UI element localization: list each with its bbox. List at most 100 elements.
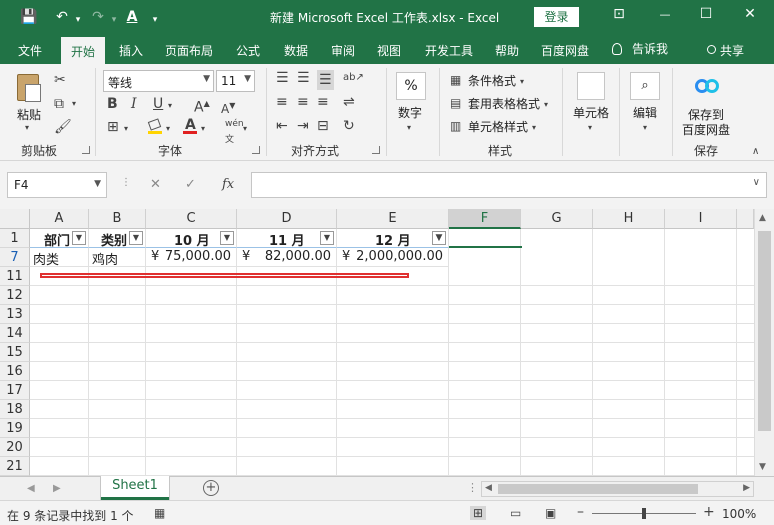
row-header-1[interactable]: 1 — [0, 229, 30, 248]
zoom-in-button[interactable]: + — [703, 504, 715, 520]
collapse-ribbon-icon[interactable]: ∧ — [752, 144, 759, 160]
number-dropdown-icon[interactable]: ▾ — [407, 120, 411, 136]
page-layout-view-icon[interactable]: ▭ — [510, 506, 521, 520]
format-painter-icon[interactable]: 🖌 — [54, 119, 72, 135]
align-right-icon[interactable]: ≡ — [317, 94, 329, 110]
tab-split-grip-icon[interactable]: ⋮ — [467, 480, 478, 496]
editing-dropdown-icon[interactable]: ▾ — [643, 120, 647, 136]
cells-icon[interactable] — [577, 72, 605, 100]
tell-me-search[interactable]: 告诉我 — [612, 40, 668, 57]
decrease-font-button[interactable]: A▼ — [221, 98, 235, 117]
undo-dropdown-icon[interactable]: ▾ — [68, 11, 88, 29]
save-icon[interactable]: 💾 — [19, 8, 39, 26]
column-header-e[interactable]: E — [337, 209, 449, 229]
cell-e1[interactable]: 12 月 ▼ — [337, 229, 449, 248]
cell-styles-dropdown-icon[interactable]: ▾ — [532, 120, 536, 136]
filter-applied-icon[interactable]: ▼ — [432, 231, 446, 245]
row-header-14[interactable]: 14 — [0, 324, 30, 343]
row-header-7[interactable]: 7 — [0, 248, 30, 267]
scroll-down-icon[interactable]: ▼ — [759, 462, 766, 472]
filter-dropdown-icon[interactable]: ▼ — [129, 231, 143, 245]
fill-color-icon[interactable] — [147, 118, 162, 134]
filter-dropdown-icon[interactable]: ▼ — [72, 231, 86, 245]
select-all-corner[interactable] — [0, 209, 30, 229]
tab-view[interactable]: 视图 — [377, 42, 401, 59]
baidu-cloud-icon[interactable] — [695, 74, 721, 94]
zoom-out-button[interactable]: – — [577, 504, 584, 520]
conditional-format-button[interactable]: 条件格式 — [468, 72, 516, 89]
font-color-dropdown-icon[interactable]: ▾ — [201, 121, 205, 137]
underline-button[interactable]: U — [153, 96, 163, 112]
tab-help[interactable]: 帮助 — [495, 42, 519, 59]
editing-button[interactable]: 编辑 — [633, 104, 657, 121]
filter-dropdown-icon[interactable]: ▼ — [320, 231, 334, 245]
tab-developer[interactable]: 开发工具 — [425, 42, 473, 59]
increase-font-button[interactable]: A▲ — [194, 96, 210, 116]
cell-styles-icon[interactable]: ▥ — [450, 118, 461, 134]
cell-d7[interactable]: ¥ 82,000.00 — [237, 248, 337, 267]
sheet-tab-sheet1[interactable]: Sheet1 — [101, 476, 169, 500]
insert-function-icon[interactable]: fx — [222, 177, 234, 192]
tab-review[interactable]: 审阅 — [331, 42, 355, 59]
align-bottom-icon[interactable]: ☰ — [317, 70, 334, 90]
save-to-baidu-line2[interactable]: 百度网盘 — [682, 121, 730, 138]
font-color-qat-icon[interactable]: A — [122, 8, 142, 26]
conditional-format-dropdown-icon[interactable]: ▾ — [520, 74, 524, 90]
cell-b1[interactable]: 类别 ▼ — [89, 229, 146, 248]
cancel-icon[interactable]: ✕ — [150, 177, 161, 192]
zoom-slider-thumb[interactable] — [642, 508, 646, 519]
row-header-19[interactable]: 19 — [0, 419, 30, 438]
vertical-scrollbar[interactable]: ▲ ▼ — [754, 209, 774, 476]
number-label[interactable]: 数字 — [398, 104, 422, 121]
borders-dropdown-icon[interactable]: ▾ — [124, 121, 128, 137]
row-header-18[interactable]: 18 — [0, 400, 30, 419]
cells-dropdown-icon[interactable]: ▾ — [588, 120, 592, 136]
scroll-left-icon[interactable]: ◀ — [485, 483, 492, 493]
zoom-level[interactable]: 100% — [722, 507, 756, 521]
vertical-scroll-thumb[interactable] — [758, 231, 771, 431]
paste-dropdown-icon[interactable]: ▾ — [25, 120, 29, 136]
font-dialog-launcher[interactable] — [252, 146, 260, 154]
column-header-h[interactable]: H — [593, 209, 665, 229]
align-middle-icon[interactable]: ☰ — [297, 70, 310, 86]
cell-e7[interactable]: ¥ 2,000,000.00 — [337, 248, 449, 267]
row-header-17[interactable]: 17 — [0, 381, 30, 400]
customize-qat-icon[interactable]: ▾ — [145, 11, 165, 29]
column-header-d[interactable]: D — [237, 209, 337, 229]
row-header-11[interactable]: 11 — [0, 267, 30, 286]
prev-sheet-icon[interactable]: ◀ — [27, 483, 35, 494]
column-header-a[interactable]: A — [30, 209, 89, 229]
tab-home[interactable]: 开始 — [61, 37, 106, 64]
font-size-combo[interactable]: 11 ▼ — [216, 70, 255, 92]
borders-icon[interactable]: ⊞ — [107, 119, 119, 135]
number-format-icon[interactable]: % — [396, 72, 426, 100]
table-format-icon[interactable]: ▤ — [450, 95, 461, 111]
name-box[interactable]: F4 ▼ — [7, 172, 107, 198]
bold-button[interactable]: B — [107, 96, 118, 112]
align-center-icon[interactable]: ≡ — [297, 94, 309, 110]
cells-button[interactable]: 单元格 — [573, 104, 609, 121]
column-header-i[interactable]: I — [665, 209, 737, 229]
expand-formula-icon[interactable]: ∨ — [753, 177, 760, 188]
italic-button[interactable]: I — [131, 96, 137, 112]
font-name-combo[interactable]: 等线 ▼ — [103, 70, 214, 92]
ribbon-display-options-icon[interactable]: ⊡ — [609, 6, 629, 22]
row-header-12[interactable]: 12 — [0, 286, 30, 305]
paste-button[interactable]: 粘贴 ▾ — [13, 72, 47, 132]
column-header-f[interactable]: F — [449, 209, 521, 229]
minimize-button[interactable]: — — [655, 8, 675, 21]
copy-icon[interactable]: ⧉ — [54, 96, 64, 112]
cell-a1[interactable]: 部门 ▼ — [30, 229, 89, 248]
font-color-button[interactable]: A — [183, 116, 197, 134]
underline-dropdown-icon[interactable]: ▾ — [168, 98, 172, 114]
wrap-text-icon[interactable]: ⇌ — [343, 94, 355, 110]
orientation-icon[interactable]: ab↗ — [343, 70, 364, 86]
cell-c7[interactable]: ¥ 75,000.00 — [146, 248, 237, 267]
filter-dropdown-icon[interactable]: ▼ — [220, 231, 234, 245]
add-sheet-button[interactable]: + — [203, 480, 219, 496]
row-header-21[interactable]: 21 — [0, 457, 30, 476]
next-sheet-icon[interactable]: ▶ — [53, 483, 61, 494]
page-break-view-icon[interactable]: ▣ — [545, 506, 556, 520]
horizontal-scrollbar[interactable]: ◀ ▶ — [481, 481, 754, 497]
conditional-format-icon[interactable]: ▦ — [450, 72, 461, 88]
